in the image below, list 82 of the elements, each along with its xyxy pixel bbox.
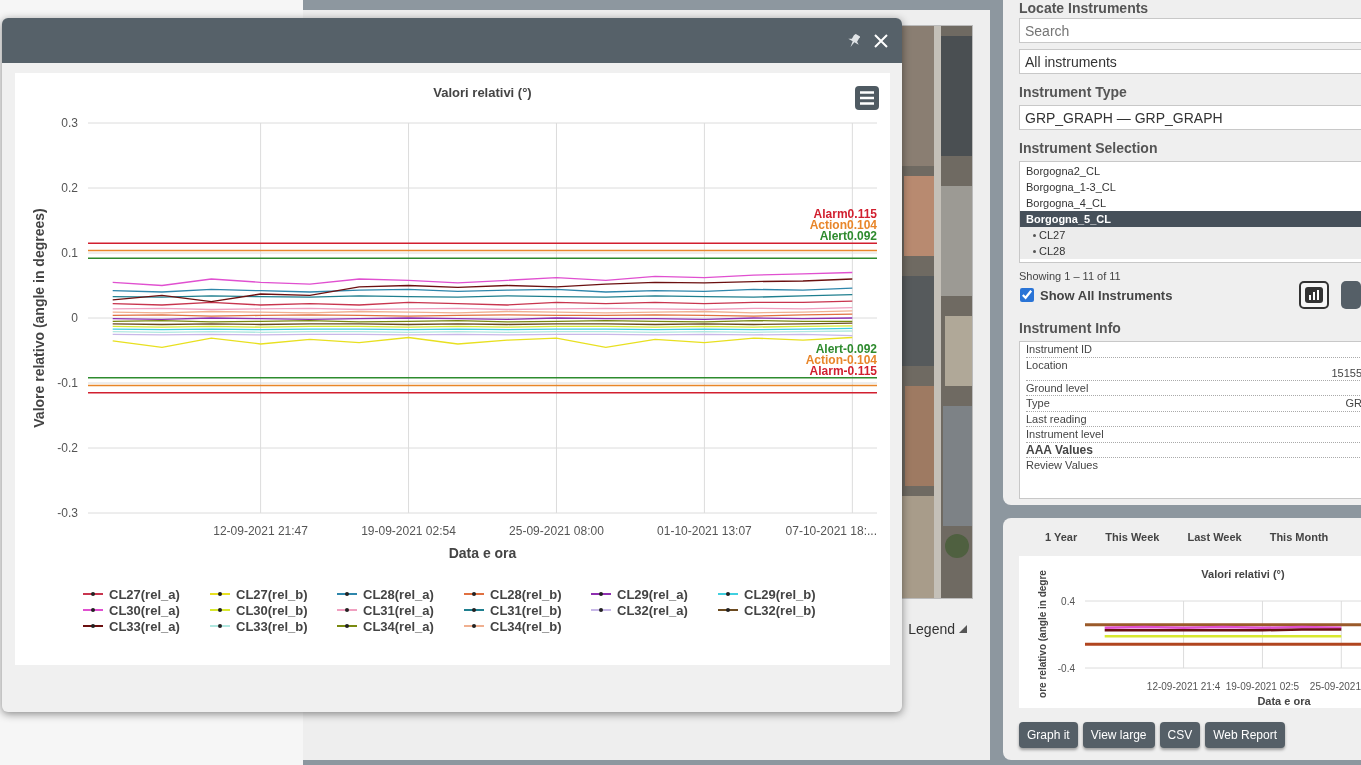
- y-tick-label: 0: [71, 311, 78, 325]
- range-tab[interactable]: 1 Year: [1045, 530, 1078, 544]
- legend-item[interactable]: CL27(rel_b): [210, 586, 337, 602]
- checkbox-label[interactable]: Show All Instruments: [1040, 287, 1173, 303]
- y-tick-label: -0.3: [57, 506, 78, 520]
- x-tick-label: 19-09-2021 02:5: [1225, 681, 1300, 692]
- y-tick-label: 0.1: [61, 246, 78, 260]
- instrument-item[interactable]: CL28: [1020, 243, 1361, 259]
- action-button[interactable]: Graph it: [1019, 722, 1078, 748]
- legend-item[interactable]: CL34(rel_b): [464, 618, 591, 634]
- legend-item[interactable]: CL27(rel_a): [83, 586, 210, 602]
- info-value: 15155: [1331, 365, 1361, 380]
- legend-item[interactable]: CL29(rel_a): [591, 586, 718, 602]
- info-label: Location: [1026, 357, 1068, 373]
- legend-item[interactable]: CL30(rel_a): [83, 602, 210, 618]
- show-all-checkbox[interactable]: [1020, 288, 1034, 302]
- range-tab[interactable]: Last Week: [1187, 530, 1242, 544]
- x-tick-label: 25-09-2021 08:00: [509, 524, 604, 538]
- pin-icon[interactable]: [848, 33, 860, 48]
- y-tick-label: -0.4: [1057, 663, 1075, 674]
- legend-item[interactable]: CL32(rel_b): [718, 602, 845, 618]
- x-tick-label: 25-09-2021: [1309, 681, 1361, 692]
- x-tick-label: 19-09-2021 02:54: [361, 524, 456, 538]
- instrument-item[interactable]: Borgogna_4_CL: [1020, 195, 1361, 211]
- legend-item[interactable]: CL33(rel_b): [210, 618, 337, 634]
- y-tick-label: 0.3: [61, 116, 78, 130]
- legend-item[interactable]: CL33(rel_a): [83, 618, 210, 634]
- chart-title: Valori relativi (°): [433, 85, 532, 100]
- section-heading: Instrument Info: [1019, 320, 1122, 336]
- y-tick-label: -0.1: [57, 376, 78, 390]
- action-button[interactable]: Web Report: [1205, 722, 1285, 748]
- legend-item[interactable]: CL31(rel_a): [337, 602, 464, 618]
- close-icon[interactable]: [874, 33, 888, 48]
- y-tick-label: -0.2: [57, 441, 78, 455]
- x-tick-label: 01-10-2021 13:07: [657, 524, 752, 538]
- legend-item[interactable]: CL30(rel_b): [210, 602, 337, 618]
- section-heading: Instrument Type: [1019, 84, 1128, 100]
- action-button[interactable]: View large: [1082, 722, 1155, 748]
- range-tab[interactable]: This Week: [1105, 530, 1160, 544]
- instrument-item[interactable]: CL27: [1020, 227, 1361, 243]
- menu-icon[interactable]: [855, 86, 879, 110]
- instrument-item[interactable]: Borgogna_5_CL: [1020, 211, 1361, 227]
- y-axis-title: Valore relativo (angle in degrees): [31, 208, 47, 428]
- instrument-item[interactable]: Borgogna_1-3_CL: [1020, 179, 1361, 195]
- legend-item[interactable]: CL28(rel_b): [464, 586, 591, 602]
- instrument-item[interactable]: Borgogna2_CL: [1020, 163, 1361, 179]
- info-label: Instrument ID: [1026, 342, 1093, 357]
- x-axis-title: Data e ora: [448, 545, 517, 561]
- legend-item[interactable]: CL29(rel_b): [718, 586, 845, 602]
- info-label: Instrument level: [1026, 427, 1104, 442]
- x-tick-label: 07-10-2021 18:...: [785, 524, 877, 538]
- info-label: Last reading: [1026, 411, 1087, 426]
- results-count: Showing 1 – 11 of 11: [1019, 270, 1122, 282]
- range-tab[interactable]: This Month: [1269, 530, 1329, 544]
- legend-item[interactable]: CL32(rel_a): [591, 602, 718, 618]
- search-field[interactable]: Search: [1019, 18, 1361, 43]
- info-label: Ground level: [1026, 380, 1089, 395]
- threshold-label: Alert0.092: [819, 229, 877, 244]
- y-tick-label: 0.2: [61, 181, 78, 195]
- info-label: AAA Values: [1026, 442, 1093, 457]
- legend-item[interactable]: CL28(rel_a): [337, 586, 464, 602]
- legend-item[interactable]: CL31(rel_b): [464, 602, 591, 618]
- chart-title: Valori relativi (°): [1201, 568, 1285, 580]
- toolbar-button[interactable]: [1341, 281, 1361, 309]
- section-heading: Instrument Selection: [1019, 140, 1159, 156]
- info-value: GR: [1345, 396, 1361, 411]
- chart-icon-button[interactable]: [1299, 281, 1329, 309]
- action-button[interactable]: CSV: [1159, 722, 1201, 748]
- info-label: Review Values: [1026, 458, 1098, 473]
- resize-triangle-icon: [959, 625, 967, 633]
- legend-toggle[interactable]: Legend: [908, 621, 955, 637]
- bar-chart-icon: [1305, 287, 1323, 303]
- y-axis-title: ore relativo (angle in degre: [1037, 570, 1048, 698]
- x-tick-label: 12-09-2021 21:4: [1146, 681, 1221, 692]
- legend-item[interactable]: CL34(rel_a): [337, 618, 464, 634]
- section-heading: Locate Instruments: [1019, 1, 1150, 15]
- x-tick-label: 12-09-2021 21:47: [213, 524, 308, 538]
- info-label: Type: [1026, 396, 1050, 411]
- x-axis-title: Data e ora: [1257, 695, 1311, 707]
- instrument-type-field[interactable]: GRP_GRAPH — GRP_GRAPH: [1019, 105, 1361, 130]
- instrument-filter-select[interactable]: All instruments: [1019, 49, 1361, 74]
- y-tick-label: 0.4: [1061, 596, 1075, 607]
